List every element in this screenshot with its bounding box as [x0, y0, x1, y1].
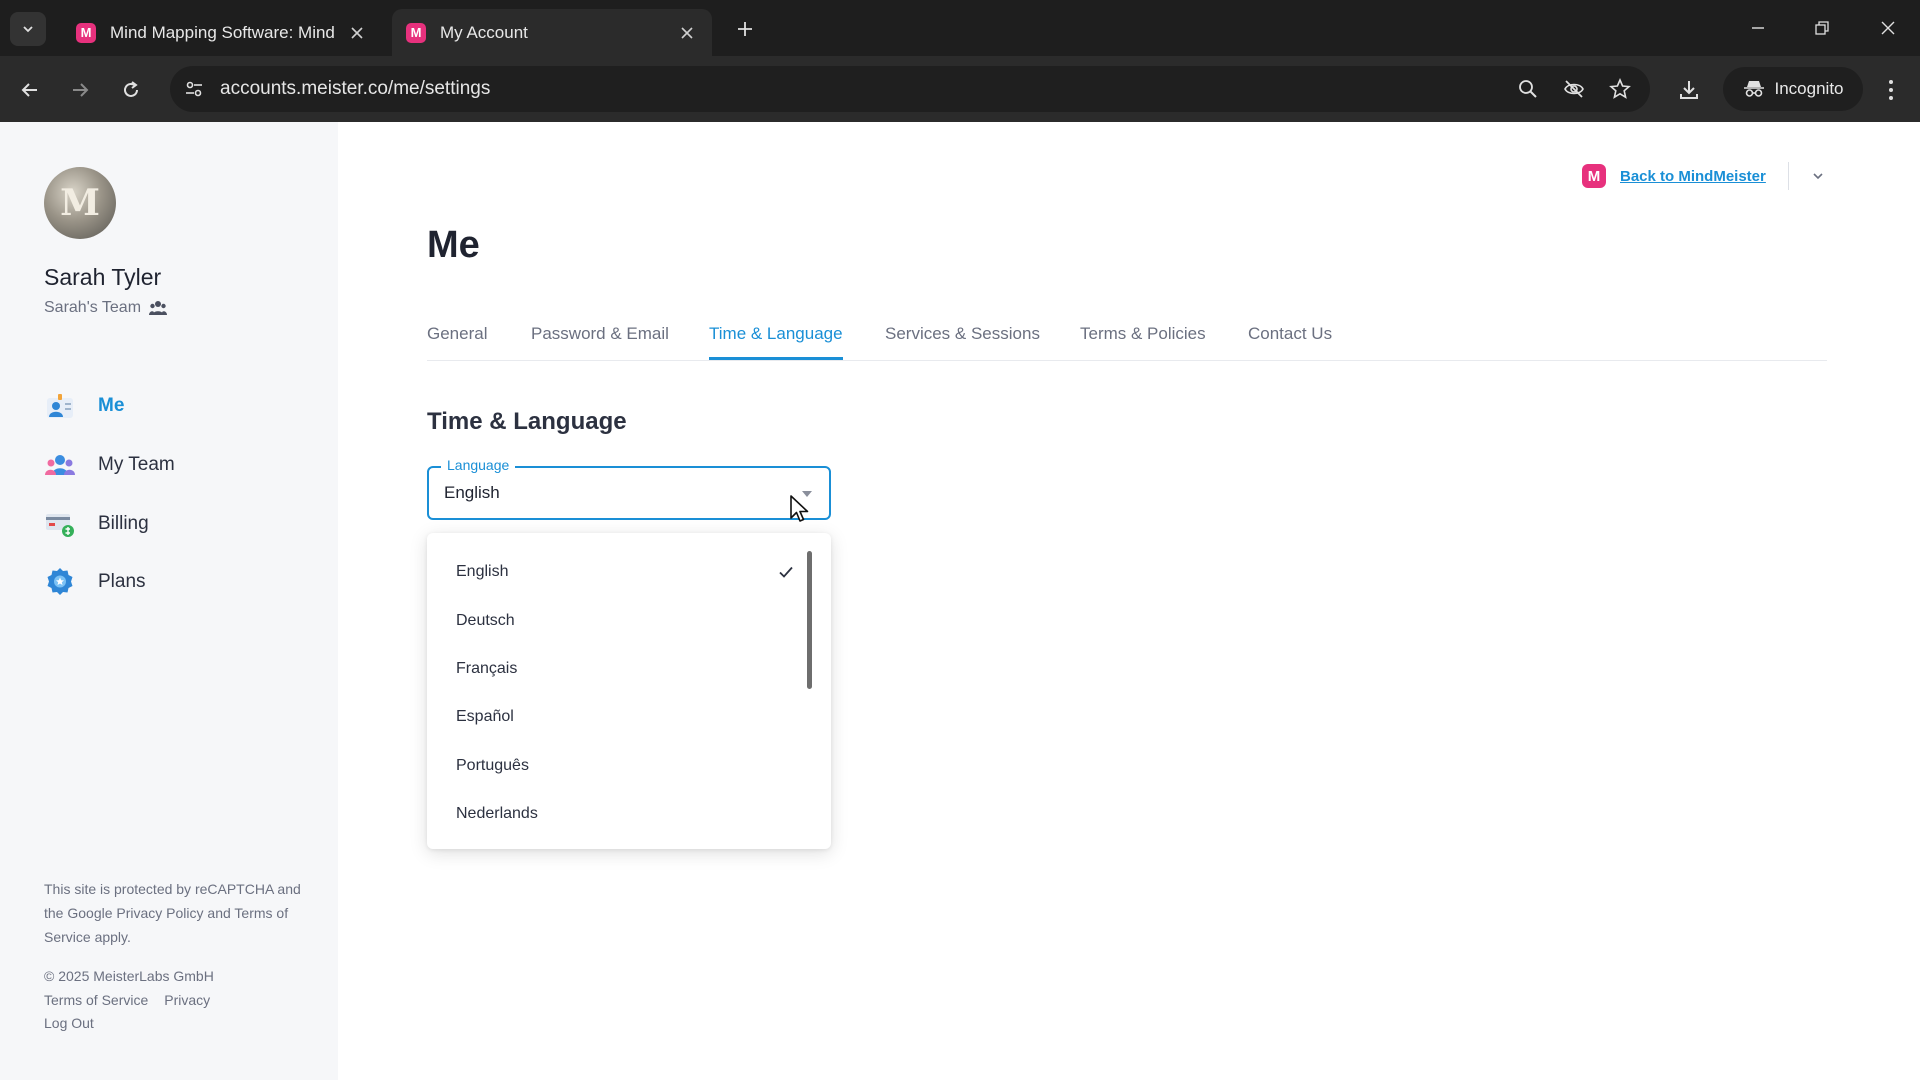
mindmeister-favicon: M — [406, 22, 426, 43]
url-text[interactable]: accounts.meister.co/me/settings — [220, 78, 490, 100]
more-vertical-icon — [1889, 80, 1893, 100]
language-option-francais[interactable]: Français — [427, 646, 817, 692]
tab-time-language[interactable]: Time & Language — [709, 324, 843, 360]
tab-services-sessions[interactable]: Services & Sessions — [885, 324, 1040, 360]
sidebar-item-plans[interactable]: Plans — [44, 562, 146, 602]
incognito-icon — [1743, 81, 1764, 97]
reload-button[interactable] — [114, 73, 148, 107]
language-option-deutsch[interactable]: Deutsch — [427, 598, 817, 644]
download-icon — [1680, 81, 1698, 99]
privacy-link[interactable]: Privacy — [164, 992, 210, 1008]
zoom-icon[interactable] — [1516, 77, 1540, 101]
avatar[interactable]: M — [44, 167, 116, 239]
checkmark-icon — [779, 566, 793, 578]
user-name: Sarah Tyler — [44, 264, 162, 290]
incognito-indicator[interactable]: Incognito — [1723, 67, 1863, 111]
header-divider — [1788, 162, 1789, 190]
team-name-text: Sarah's Team — [44, 299, 142, 316]
language-select[interactable]: Language English — [427, 457, 831, 520]
browser-toolbar: accounts.meister.co/me/settings Incognit… — [0, 56, 1920, 122]
option-label: Français — [456, 660, 518, 677]
log-out-link[interactable]: Log Out — [44, 1015, 94, 1031]
section-title: Time & Language — [427, 408, 627, 435]
badge-icon — [44, 566, 76, 598]
tab-password-email[interactable]: Password & Email — [531, 324, 669, 360]
tab-title: My Account — [440, 22, 528, 42]
sidebar-item-me[interactable]: Me — [44, 386, 124, 426]
restore-icon — [1815, 21, 1829, 35]
chevron-down-icon — [1813, 173, 1823, 180]
language-option-espanol[interactable]: Español — [427, 694, 817, 740]
team-icon — [44, 449, 76, 481]
profile-card-icon — [44, 390, 76, 422]
mouse-cursor-icon — [790, 495, 809, 522]
site-settings-icon[interactable] — [182, 77, 206, 101]
account-menu-toggle[interactable] — [1808, 166, 1828, 186]
tab-title: Mind Mapping Software: Mind — [110, 22, 335, 42]
arrow-right-icon — [73, 83, 89, 97]
address-bar[interactable]: accounts.meister.co/me/settings — [170, 66, 1650, 112]
sidebar-item-label: Billing — [98, 513, 149, 534]
language-select-label: Language — [441, 457, 516, 473]
chevron-down-icon — [23, 26, 33, 33]
language-option-nederlands[interactable]: Nederlands — [427, 791, 817, 837]
close-icon — [351, 26, 363, 39]
forward-button[interactable] — [63, 73, 97, 107]
option-label: English — [456, 563, 509, 580]
sidebar-item-label: Plans — [98, 571, 146, 592]
sidebar-item-label: Me — [98, 395, 125, 416]
back-to-mindmeister-link[interactable]: M Back to MindMeister — [1582, 164, 1766, 188]
sidebar-item-billing[interactable]: Billing — [44, 504, 149, 544]
recaptcha-notice: This site is protected by reCAPTCHA and … — [44, 881, 301, 945]
option-label: Nederlands — [456, 805, 538, 822]
browser-menu-button[interactable] — [1874, 73, 1908, 107]
tab-search-button[interactable] — [10, 12, 46, 46]
team-name: Sarah's Team — [44, 299, 168, 317]
plus-icon — [738, 22, 752, 36]
close-icon — [1881, 21, 1895, 35]
sidebar: M Sarah Tyler Sarah's Team Me My Team Bi… — [0, 122, 338, 1080]
language-option-portugues[interactable]: Português — [427, 743, 817, 789]
tab-contact-us[interactable]: Contact Us — [1248, 324, 1332, 360]
reload-icon — [124, 81, 138, 97]
close-icon — [681, 26, 693, 39]
back-button[interactable] — [13, 73, 47, 107]
option-label: Português — [456, 757, 529, 774]
browser-tab-mindmeister[interactable]: M Mind Mapping Software: Mind — [62, 9, 382, 56]
option-label: Deutsch — [456, 612, 515, 629]
footer-links: Terms of Service Privacy — [44, 992, 210, 1008]
browser-tab-my-account[interactable]: M My Account — [392, 9, 712, 56]
back-link-label: Back to MindMeister — [1620, 167, 1766, 185]
language-dropdown-menu: English Deutsch Français Español Portugu… — [427, 533, 831, 849]
mindmeister-logo-icon: M — [1582, 164, 1606, 188]
tracking-protection-icon[interactable] — [1562, 77, 1586, 101]
close-tab-button[interactable] — [676, 22, 698, 44]
settings-tabs: General Password & Email Time & Language… — [427, 318, 1827, 361]
sidebar-item-label: My Team — [98, 454, 175, 475]
team-icon — [149, 301, 168, 315]
terms-of-service-link[interactable]: Terms of Service — [44, 992, 148, 1008]
new-tab-button[interactable] — [732, 16, 758, 42]
bookmark-star-icon[interactable] — [1608, 77, 1632, 101]
browser-tab-bar: M Mind Mapping Software: Mind M My Accou… — [0, 0, 1920, 56]
tab-general[interactable]: General — [427, 324, 487, 360]
tab-terms-policies[interactable]: Terms & Policies — [1080, 324, 1206, 360]
mindmeister-favicon: M — [76, 22, 96, 43]
arrow-left-icon — [21, 83, 37, 97]
dropdown-scrollbar[interactable] — [807, 551, 812, 689]
incognito-label: Incognito — [1774, 79, 1844, 98]
downloads-button[interactable] — [1672, 73, 1706, 107]
sidebar-item-my-team[interactable]: My Team — [44, 445, 175, 485]
language-option-english[interactable]: English — [427, 549, 817, 595]
billing-icon — [44, 508, 76, 540]
minimize-icon — [1752, 27, 1764, 29]
page-title: Me — [427, 224, 480, 266]
close-window-button[interactable] — [1868, 12, 1908, 44]
language-select-value: English — [444, 483, 500, 502]
option-label: Español — [456, 708, 514, 725]
minimize-button[interactable] — [1738, 12, 1778, 44]
copyright-text: © 2025 MeisterLabs GmbH — [44, 968, 214, 984]
close-tab-button[interactable] — [346, 22, 368, 44]
restore-button[interactable] — [1802, 12, 1842, 44]
